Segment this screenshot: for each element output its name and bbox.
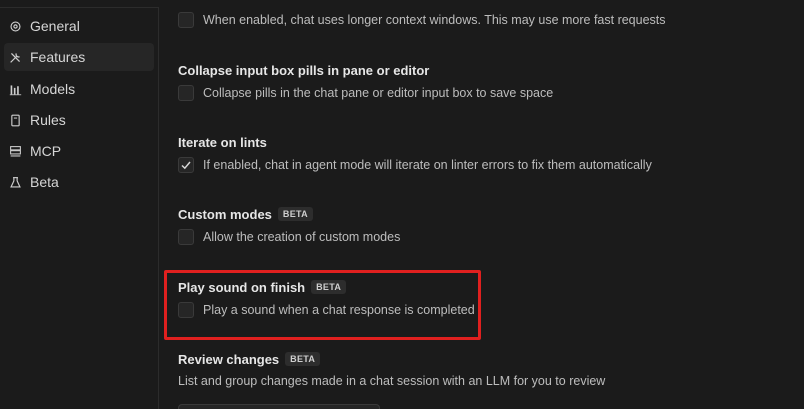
- sidebar-item-rules[interactable]: Rules: [4, 106, 154, 134]
- sidebar-item-label: General: [30, 18, 80, 34]
- setting-title-text: Iterate on lints: [178, 134, 267, 150]
- setting-title: Review changes BETA: [178, 350, 778, 368]
- setting-title: Collapse input box pills in pane or edit…: [178, 61, 778, 79]
- setting-title-text: Custom modes: [178, 206, 272, 222]
- setting-row: Play a sound when a chat response is com…: [178, 300, 778, 320]
- setting-collapse-pills: Collapse input box pills in pane or edit…: [178, 61, 778, 103]
- sidebar-item-label: Beta: [30, 174, 59, 190]
- iterate-lints-checkbox[interactable]: [178, 157, 194, 173]
- setting-iterate-lints: Iterate on lints If enabled, chat in age…: [178, 133, 778, 175]
- features-panel: When enabled, chat uses longer context w…: [159, 0, 804, 409]
- setting-row: Allow the creation of custom modes: [178, 227, 778, 247]
- setting-description: List and group changes made in a chat se…: [178, 374, 606, 388]
- setting-title: Play sound on finish BETA: [178, 278, 778, 296]
- gear-icon: [8, 19, 22, 33]
- sidebar-item-beta[interactable]: Beta: [4, 168, 154, 196]
- long-context-checkbox[interactable]: [178, 12, 194, 28]
- setting-play-sound: Play sound on finish BETA Play a sound w…: [178, 278, 778, 320]
- setting-title: Iterate on lints: [178, 133, 778, 151]
- setting-description: When enabled, chat uses longer context w…: [203, 13, 666, 27]
- document-icon: [8, 113, 22, 127]
- setting-row: If enabled, chat in agent mode will iter…: [178, 155, 778, 175]
- setting-title: Custom modes BETA: [178, 205, 778, 223]
- sidebar-item-models[interactable]: Models: [4, 75, 154, 103]
- custom-modes-checkbox[interactable]: [178, 229, 194, 245]
- sidebar-item-label: Rules: [30, 112, 66, 128]
- play-sound-checkbox[interactable]: [178, 302, 194, 318]
- setting-review-changes: Review changes BETA List and group chang…: [178, 350, 778, 389]
- setting-description: If enabled, chat in agent mode will iter…: [203, 158, 652, 172]
- review-changes-control[interactable]: [178, 404, 380, 409]
- setting-description: Collapse pills in the chat pane or edito…: [203, 86, 554, 100]
- setting-description: Play a sound when a chat response is com…: [203, 303, 475, 317]
- sidebar-item-label: Models: [30, 81, 76, 97]
- tools-icon: [8, 50, 22, 64]
- setting-description: Allow the creation of custom modes: [203, 230, 401, 244]
- checkmark-icon: [181, 161, 191, 170]
- setting-long-context: When enabled, chat uses longer context w…: [178, 10, 778, 30]
- setting-title-text: Play sound on finish: [178, 279, 306, 295]
- sidebar-item-label: Features: [30, 49, 86, 65]
- beta-badge: BETA: [285, 352, 321, 366]
- sidebar-item-mcp[interactable]: MCP: [4, 137, 154, 165]
- setting-custom-modes: Custom modes BETA Allow the creation of …: [178, 205, 778, 247]
- setting-title-text: Review changes: [178, 351, 280, 367]
- setting-row: Collapse pills in the chat pane or edito…: [178, 83, 778, 103]
- sidebar-item-general[interactable]: General: [4, 12, 154, 40]
- flask-icon: [8, 175, 22, 189]
- collapse-pills-checkbox[interactable]: [178, 85, 194, 101]
- setting-row: When enabled, chat uses longer context w…: [178, 10, 778, 30]
- bar-chart-icon: [8, 82, 22, 96]
- sidebar-item-label: MCP: [30, 143, 62, 159]
- sidebar: General Features Models Rules MCP Beta: [0, 8, 159, 409]
- settings-window: General Features Models Rules MCP Beta W…: [0, 0, 804, 409]
- server-icon: [8, 144, 22, 158]
- beta-badge: BETA: [311, 280, 347, 294]
- sidebar-item-features[interactable]: Features: [4, 43, 154, 71]
- setting-title-text: Collapse input box pills in pane or edit…: [178, 62, 430, 78]
- beta-badge: BETA: [277, 207, 313, 221]
